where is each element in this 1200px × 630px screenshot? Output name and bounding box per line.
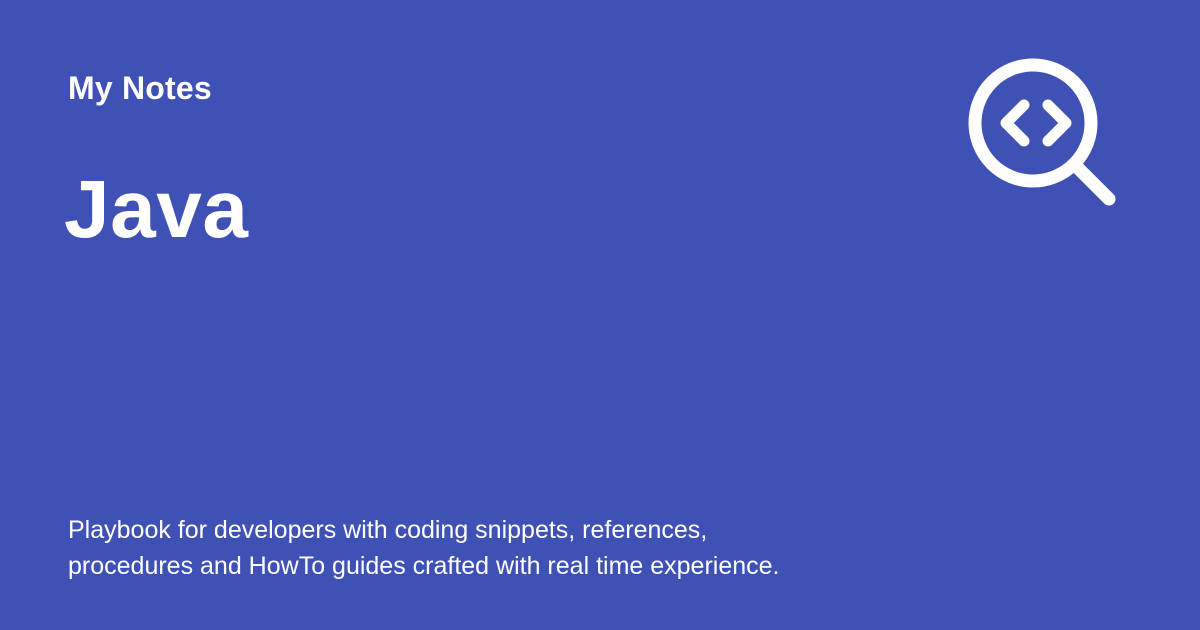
description-line-2: procedures and HowTo guides crafted with… [68,552,780,580]
site-description: Playbook for developers with coding snip… [68,512,968,584]
code-search-icon [968,58,1116,206]
site-name: My Notes [68,70,212,106]
description-line-1: Playbook for developers with coding snip… [68,516,708,544]
page-title: Java [64,164,249,255]
